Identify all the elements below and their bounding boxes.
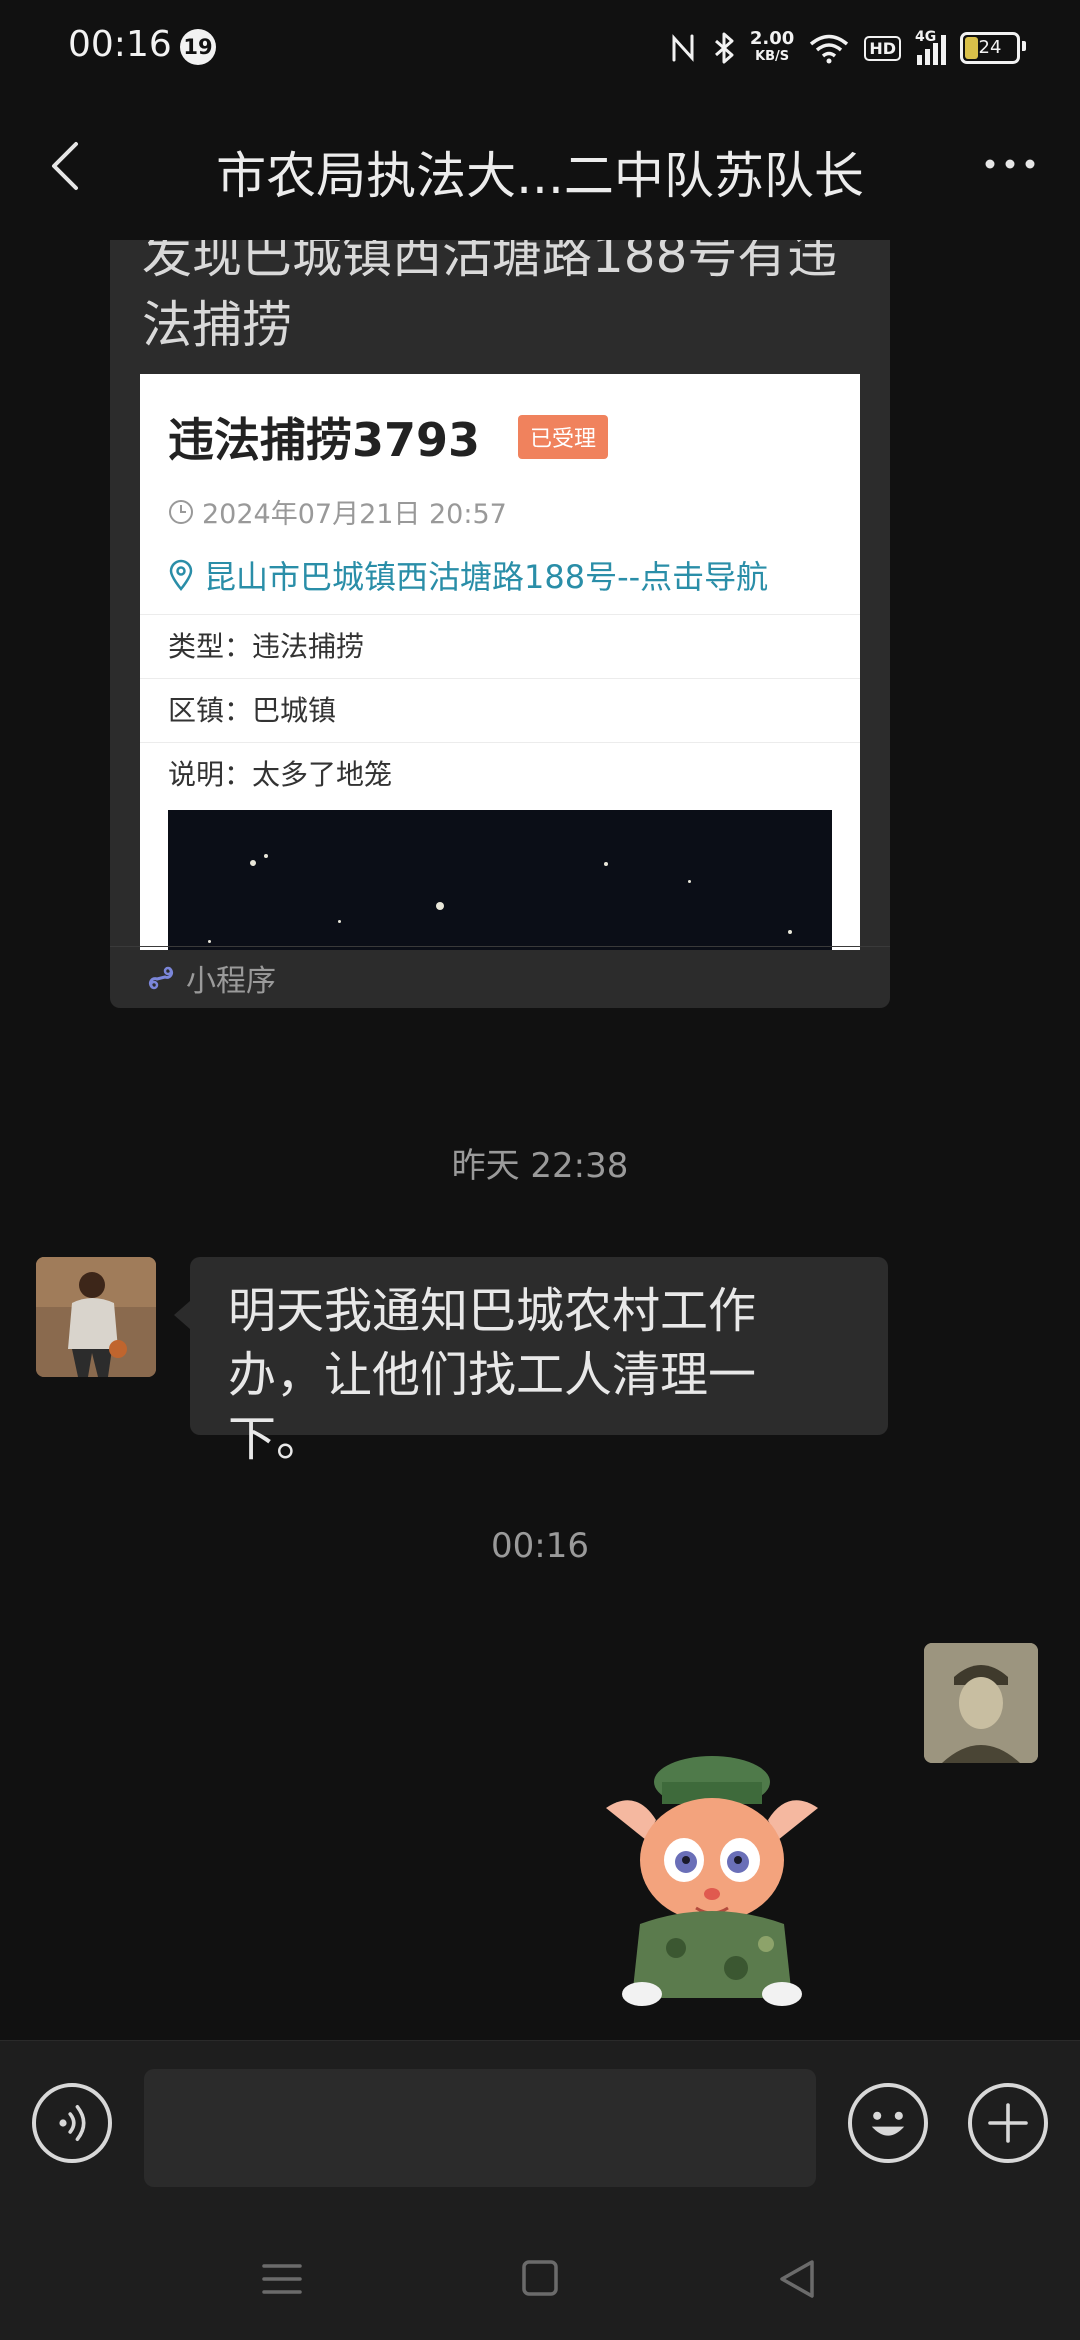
case-field-district: 区镇：巴城镇: [140, 678, 860, 742]
case-photo: [168, 810, 832, 950]
message-input[interactable]: [144, 2069, 816, 2187]
cartoon-deer-sticker: [606, 1756, 818, 2006]
mini-program-card[interactable]: 发现巴城镇西沽塘路188号有违法捕捞 违法捕捞3793 已受理 2024年07月…: [110, 240, 890, 1008]
chat-title: 市农局执法大...二中队苏队长: [216, 147, 864, 205]
home-icon[interactable]: [510, 2254, 570, 2304]
input-bar: [0, 2040, 1080, 2211]
case-time: 2024年07月21日 20:57: [202, 499, 507, 530]
message-bubble-left[interactable]: 明天我通知巴城农村工作办，让他们找工人清理一下。: [174, 1257, 888, 1467]
emoji-icon[interactable]: [848, 2083, 928, 2163]
timestamp: 00:16: [491, 1526, 589, 1566]
mini-program-label: 小程序: [186, 963, 276, 999]
case-field-type: 类型：违法捕捞: [140, 614, 860, 678]
case-time-row: 2024年07月21日 20:57: [168, 492, 507, 531]
case-location-row[interactable]: 昆山市巴城镇西沽塘路188号--点击导航: [168, 552, 768, 598]
system-nav-bar: [0, 2210, 1080, 2340]
status-badge: 已受理: [518, 415, 609, 459]
case-header: 违法捕捞3793 已受理: [168, 404, 609, 470]
location-pin-icon: [169, 559, 193, 591]
mini-program-icon: [148, 966, 174, 989]
case-field-description: 说明：太多了地笼: [140, 742, 860, 806]
my-avatar-image: [924, 1643, 1038, 1763]
mini-program-footer: 小程序: [110, 946, 890, 1008]
signal-icon: 4G: [915, 29, 946, 65]
net-speed: 2.00 KB/S: [749, 28, 795, 65]
chat-area[interactable]: 发现巴城镇西沽塘路188号有违法捕捞 违法捕捞3793 已受理 2024年07月…: [0, 240, 1080, 2040]
nfc-icon: [672, 34, 694, 62]
case-title: 违法捕捞3793: [168, 413, 481, 467]
sticker-message[interactable]: [596, 1748, 828, 2008]
voice-icon[interactable]: [32, 2083, 112, 2163]
timestamp: 昨天 22:38: [451, 1146, 629, 1186]
message-text: 明天我通知巴城农村工作办，让他们找工人清理一下。: [228, 1283, 757, 1467]
clock-icon: [169, 499, 193, 524]
wifi-icon: [810, 34, 849, 64]
plus-icon[interactable]: [968, 2083, 1048, 2163]
menu-icon[interactable]: [252, 2254, 312, 2304]
back-triangle-icon[interactable]: [768, 2254, 828, 2304]
mini-program-preview: 违法捕捞3793 已受理 2024年07月21日 20:57 昆山市巴城镇西沽塘…: [140, 374, 860, 950]
case-location-link[interactable]: 昆山市巴城镇西沽塘路188号--点击导航: [204, 552, 768, 598]
contact-avatar-image: [36, 1257, 156, 1377]
hd-badge: HD: [864, 35, 901, 61]
back-button[interactable]: [40, 136, 100, 196]
more-button[interactable]: [980, 144, 1040, 184]
battery-icon: 24: [960, 32, 1026, 64]
avatar[interactable]: [924, 1643, 1038, 1763]
notification-badge: 19: [180, 29, 216, 65]
title-bar: 市农局执法大...二中队苏队长: [0, 96, 1080, 240]
mini-program-title: 发现巴城镇西沽塘路188号有违法捕捞: [142, 240, 838, 354]
status-time: 00:16: [68, 24, 172, 65]
avatar[interactable]: [36, 1257, 156, 1377]
bluetooth-icon: [714, 32, 734, 64]
status-bar: 00:16 19 2.00 KB/S HD 4G 24: [0, 0, 1080, 96]
status-icons: 2.00 KB/S HD 4G 24: [668, 26, 1026, 70]
